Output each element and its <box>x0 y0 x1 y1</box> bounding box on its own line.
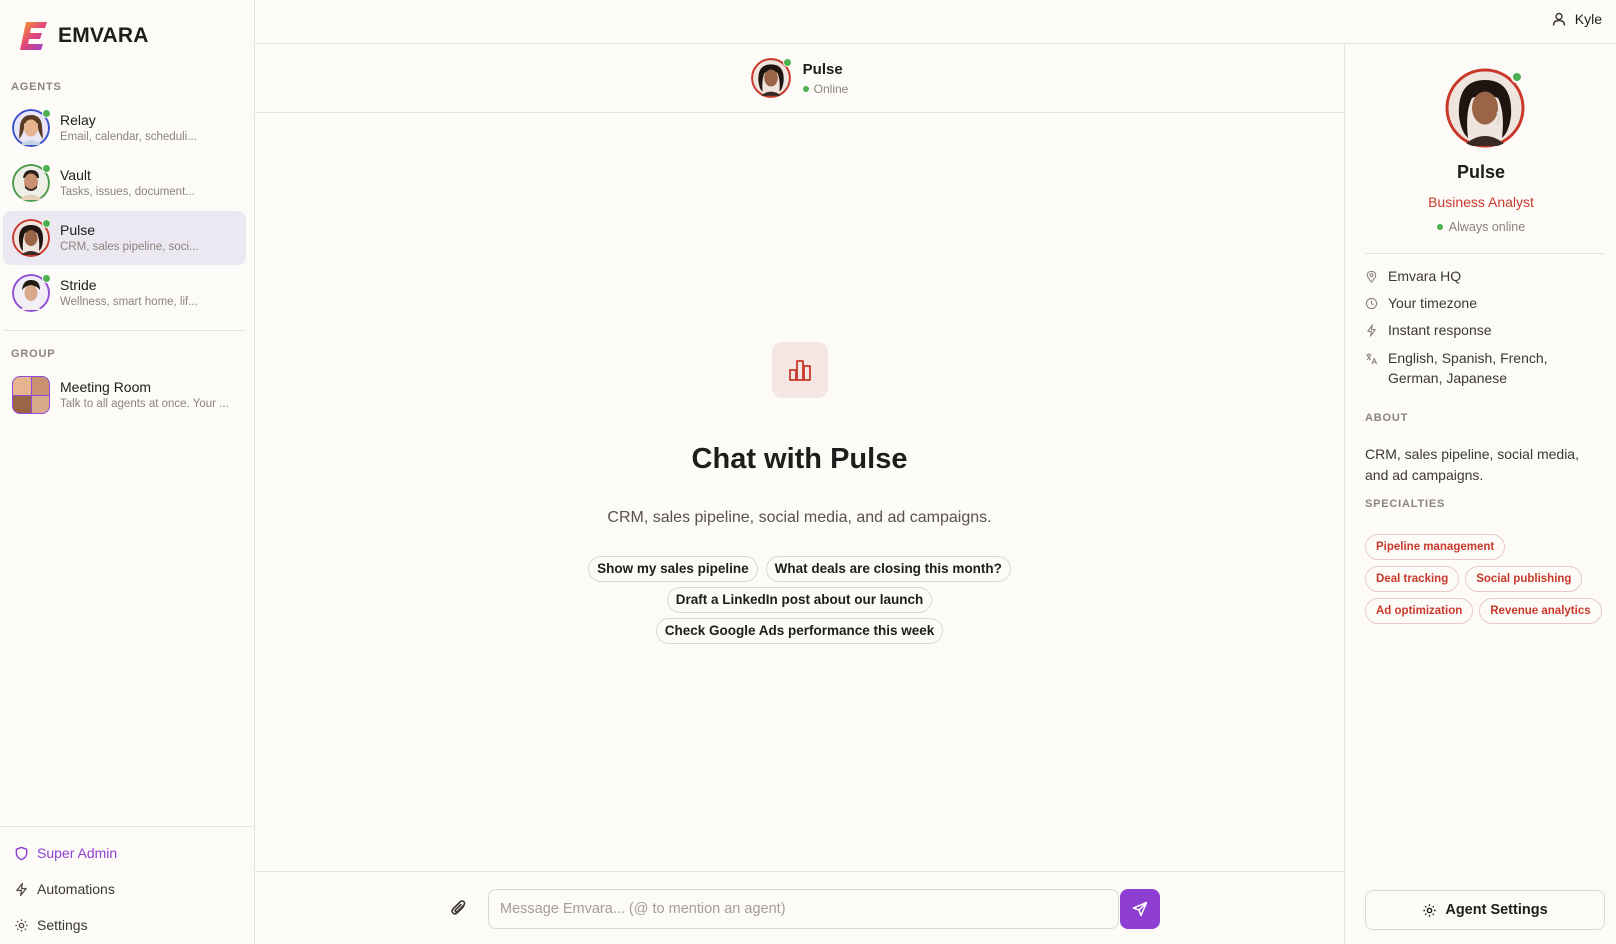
status-dot <box>1436 224 1443 230</box>
profile-status: Always online <box>1345 220 1616 234</box>
location-label: Emvara HQ <box>1388 268 1462 284</box>
group-section-label: GROUP <box>11 348 56 360</box>
chat-agent-name: Pulse <box>802 61 843 78</box>
bar-chart-icon <box>772 342 828 398</box>
settings-link[interactable]: Settings <box>14 917 88 933</box>
brand-name: EMVARA <box>58 24 149 47</box>
settings-label: Settings <box>37 917 88 933</box>
profile-location: Emvara HQ <box>1365 266 1605 286</box>
agent-settings-button[interactable]: Agent Settings <box>1365 890 1605 930</box>
about-section-label: ABOUT <box>1365 412 1409 424</box>
sidebar-footer: Super Admin Automations Settings <box>0 826 254 944</box>
sidebar-item-stride[interactable]: Stride Wellness, smart home, lif... <box>3 266 246 320</box>
user-icon <box>1552 12 1565 26</box>
automations-link[interactable]: Automations <box>14 881 115 897</box>
specialty-tag: Revenue analytics <box>1479 598 1602 624</box>
agent-settings-label: Agent Settings <box>1445 902 1548 918</box>
sidebar-divider <box>3 330 246 331</box>
bolt-icon <box>16 882 27 896</box>
automations-label: Automations <box>37 881 115 897</box>
agent-name: Relay <box>60 112 96 128</box>
emvara-logo-icon <box>20 22 47 50</box>
online-indicator <box>782 58 792 67</box>
suggestion-chip[interactable]: Show my sales pipeline <box>588 556 758 582</box>
suggestion-chip[interactable]: Check Google Ads performance this week <box>655 618 944 644</box>
super-admin-link[interactable]: Super Admin <box>14 845 117 861</box>
user-menu[interactable]: Kyle <box>1551 11 1602 27</box>
shield-icon <box>15 846 28 860</box>
profile-avatar <box>1445 68 1525 148</box>
agent-name: Pulse <box>60 222 96 238</box>
sidebar-item-vault[interactable]: Vault Tasks, issues, document... <box>3 156 246 210</box>
suggestion-chip[interactable]: What deals are closing this month? <box>765 556 1011 582</box>
send-icon <box>1132 901 1148 917</box>
avatar <box>12 164 51 202</box>
translate-icon <box>1366 353 1378 365</box>
chat-subtitle: CRM, sales pipeline, social media, and a… <box>607 509 992 526</box>
specialties-section-label: SPECIALTIES <box>1365 498 1446 510</box>
super-admin-label: Super Admin <box>37 845 118 861</box>
sidebar: EMVARA AGENTS Relay Email, calendar, sch… <box>0 0 255 944</box>
profile-role: Business Analyst <box>1428 194 1534 210</box>
profile-timezone: Your timezone <box>1365 293 1605 313</box>
avatar <box>12 219 51 257</box>
agent-profile-panel: Pulse Business Analyst Always online Emv… <box>1344 44 1616 944</box>
avatar <box>12 109 51 147</box>
avatar <box>12 274 51 312</box>
specialty-tag: Pipeline management <box>1365 534 1506 560</box>
agent-name: Vault <box>60 167 91 183</box>
clock-icon <box>1365 297 1378 310</box>
bolt-icon <box>1367 324 1376 337</box>
online-indicator <box>42 219 51 228</box>
user-name: Kyle <box>1574 11 1602 27</box>
gear-icon <box>1423 903 1436 917</box>
group-avatar <box>12 376 50 414</box>
agents-section-label: AGENTS <box>11 81 62 93</box>
online-indicator <box>42 164 51 173</box>
paperclip-icon[interactable] <box>449 898 469 918</box>
brand-logo[interactable]: EMVARA <box>16 18 149 54</box>
profile-response: Instant response <box>1365 320 1605 340</box>
chat-status-label: Online <box>813 82 849 96</box>
chat-header: Pulse Online <box>255 44 1344 113</box>
map-pin-icon <box>1366 270 1377 283</box>
agent-name: Stride <box>60 277 97 293</box>
timezone-label: Your timezone <box>1388 295 1477 311</box>
profile-languages: English, Spanish, French, German, Japane… <box>1365 348 1605 388</box>
specialty-tag: Social publishing <box>1465 566 1583 592</box>
group-description: Talk to all agents at once. Your ... <box>60 398 229 410</box>
profile-status-label: Always online <box>1448 220 1526 234</box>
suggestion-chip[interactable]: Draft a LinkedIn post about our launch <box>666 587 933 613</box>
status-dot <box>802 86 809 92</box>
top-bar: Kyle <box>255 0 1616 44</box>
chat-title: Chat with Pulse <box>691 443 908 475</box>
online-indicator <box>42 109 51 118</box>
agent-description: Tasks, issues, document... <box>60 186 195 198</box>
about-text: CRM, sales pipeline, social media, and a… <box>1365 446 1579 483</box>
languages-label: English, Spanish, French, German, Japane… <box>1388 350 1548 386</box>
response-label: Instant response <box>1388 322 1492 338</box>
online-indicator <box>1511 71 1523 83</box>
chat-agent-avatar[interactable] <box>750 58 792 98</box>
message-composer <box>255 871 1344 944</box>
group-name: Meeting Room <box>60 379 152 395</box>
sidebar-item-meeting-room[interactable]: Meeting Room Talk to all agents at once.… <box>3 368 246 422</box>
profile-divider <box>1365 253 1605 254</box>
specialty-tag: Ad optimization <box>1365 598 1474 624</box>
specialty-tag: Deal tracking <box>1365 566 1460 592</box>
chat-agent-status: Online <box>802 82 849 96</box>
gear-icon <box>15 918 28 932</box>
specialties-list: Pipeline management Deal tracking Social… <box>1365 534 1605 624</box>
agent-description: Wellness, smart home, lif... <box>60 296 198 308</box>
profile-name: Pulse <box>1456 162 1506 182</box>
message-input[interactable] <box>488 889 1119 929</box>
sidebar-item-pulse[interactable]: Pulse CRM, sales pipeline, soci... <box>3 211 246 265</box>
online-indicator <box>42 274 51 283</box>
agent-description: Email, calendar, scheduli... <box>60 131 197 143</box>
send-button[interactable] <box>1120 889 1160 929</box>
sidebar-item-relay[interactable]: Relay Email, calendar, scheduli... <box>3 101 246 155</box>
agent-description: CRM, sales pipeline, soci... <box>60 241 199 253</box>
chat-main: Chat with Pulse CRM, sales pipeline, soc… <box>255 113 1344 871</box>
